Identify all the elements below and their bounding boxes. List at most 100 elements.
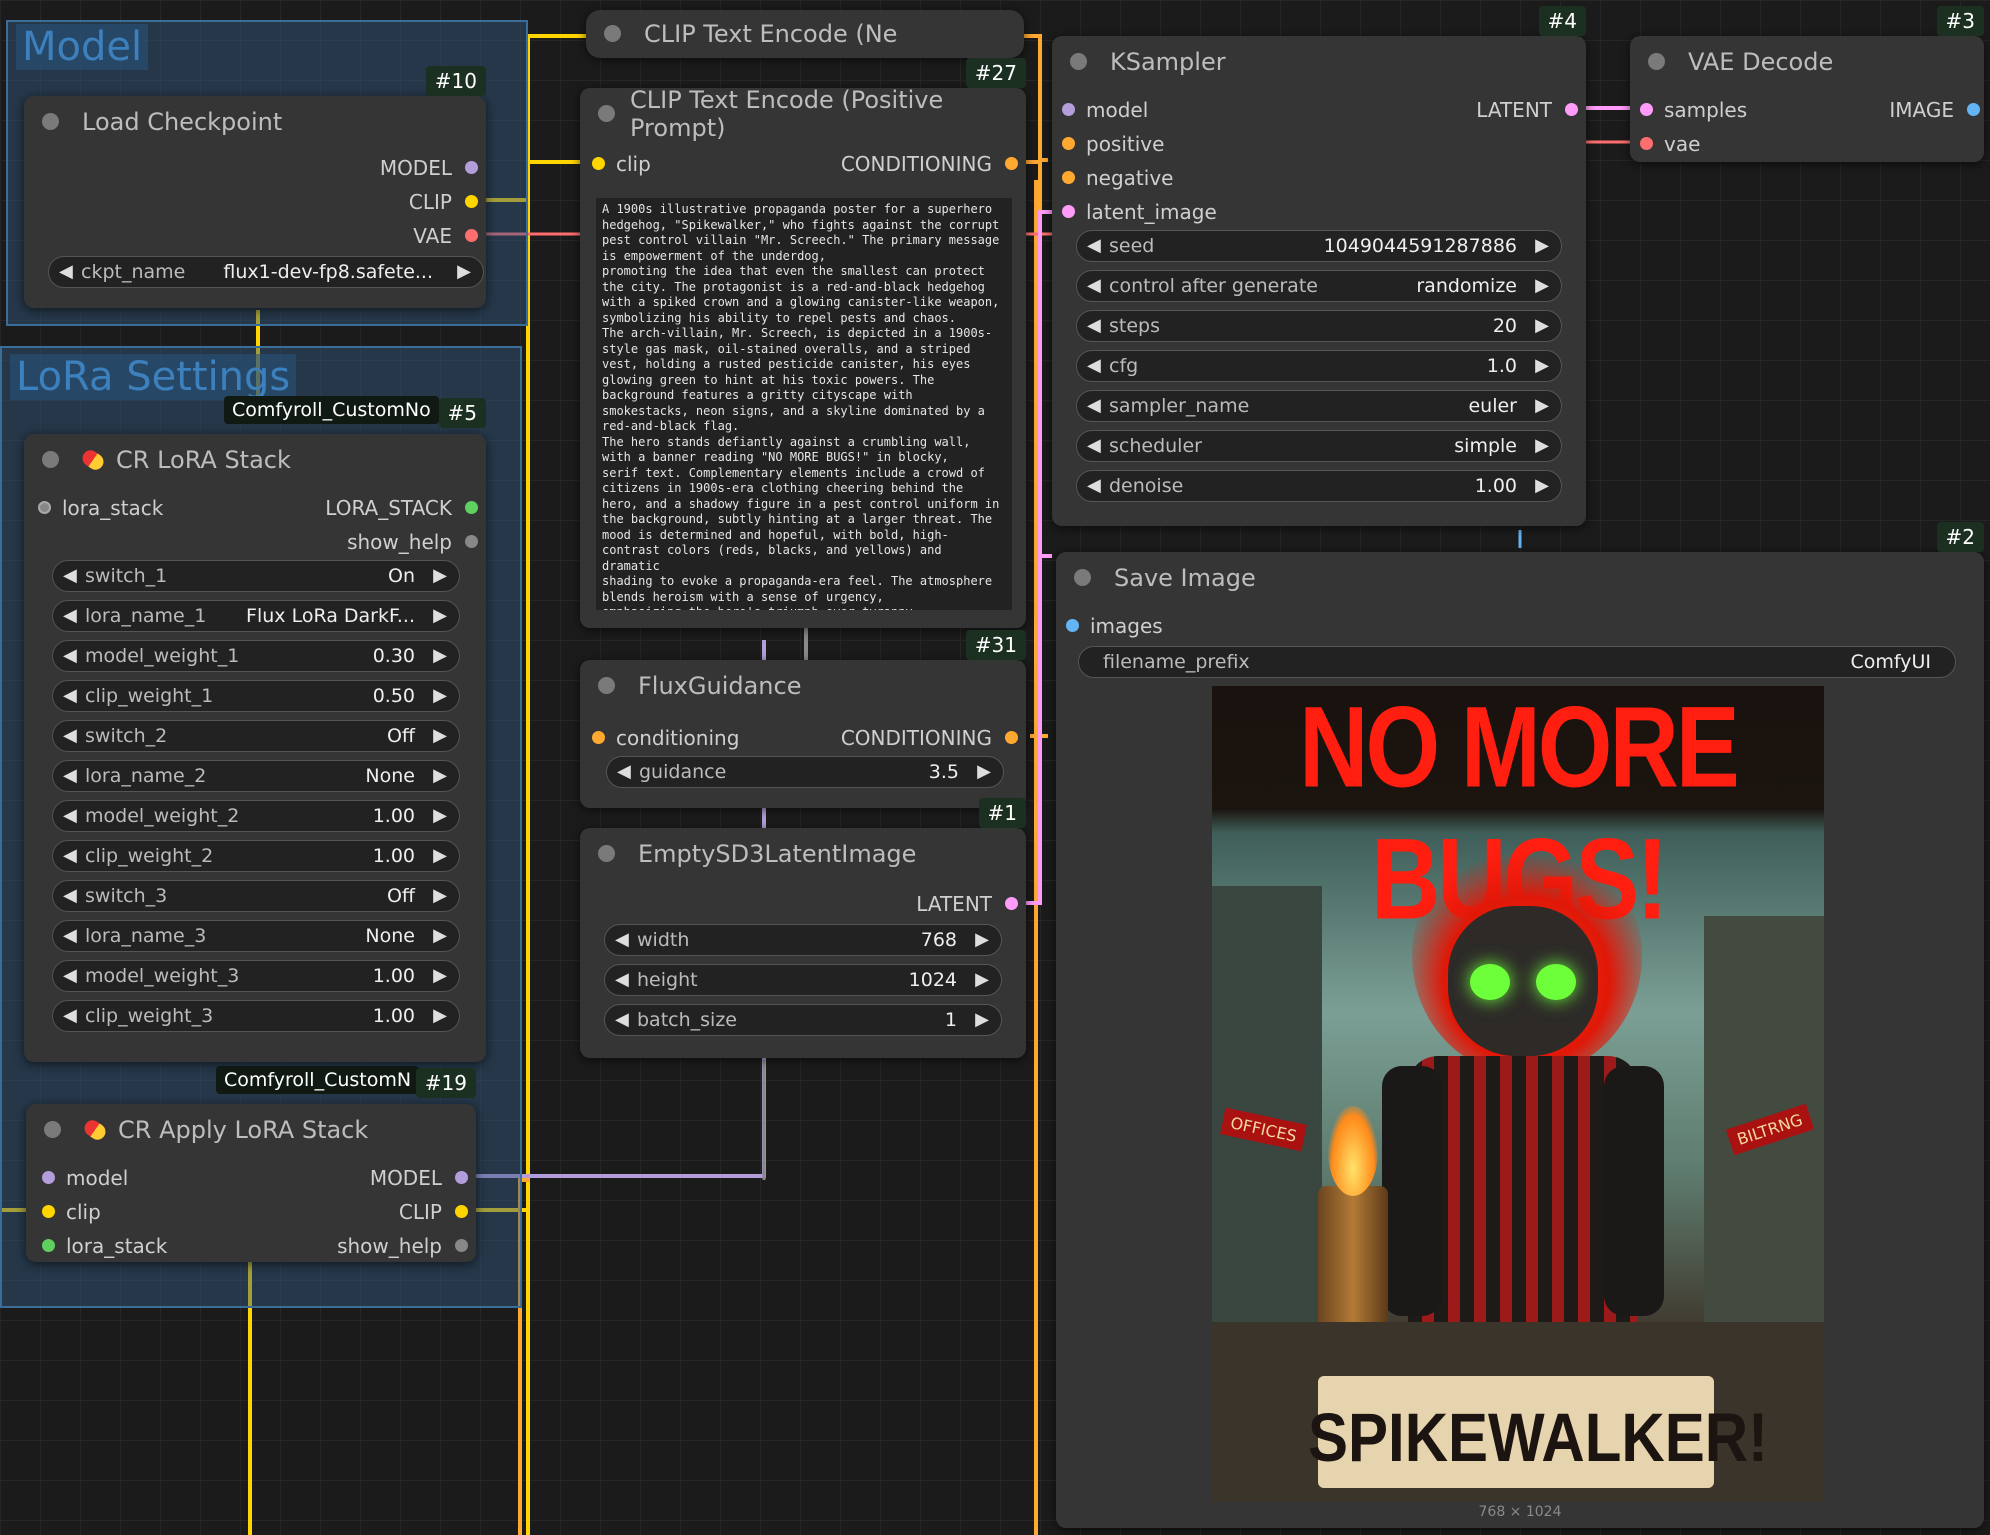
node-title[interactable]: CR LoRA Stack: [24, 434, 486, 486]
node-title[interactable]: CLIP Text Encode (Ne: [586, 10, 1024, 58]
left-arrow-icon[interactable]: ◀: [63, 965, 77, 986]
node-clip-text-encode-positive[interactable]: #27 CLIP Text Encode (Positive Prompt) c…: [580, 58, 1026, 628]
left-arrow-icon[interactable]: ◀: [63, 885, 77, 906]
node-title[interactable]: VAE Decode: [1630, 36, 1984, 88]
node-load-checkpoint[interactable]: #10 Load Checkpoint MODEL CLIP VAE ◀ ckp…: [24, 66, 486, 308]
left-arrow-icon[interactable]: ◀: [1087, 395, 1101, 416]
output-latent[interactable]: LATENT: [916, 892, 1018, 916]
clip-weight-1-widget[interactable]: ◀ clip_weight_1 0.50 ▶: [52, 680, 460, 712]
left-arrow-icon[interactable]: ◀: [1087, 355, 1101, 376]
node-vae-decode[interactable]: #3 VAE Decode samples vae IMAGE: [1630, 6, 1984, 162]
output-model[interactable]: MODEL: [370, 1166, 468, 1190]
right-arrow-icon[interactable]: ▶: [433, 725, 447, 746]
input-clip[interactable]: clip: [592, 152, 651, 176]
model-weight-2-widget[interactable]: ◀ model_weight_2 1.00 ▶: [52, 800, 460, 832]
input-images[interactable]: images: [1066, 614, 1163, 638]
output-show-help[interactable]: show_help: [337, 1234, 468, 1258]
output-vae[interactable]: VAE: [413, 224, 478, 248]
model-weight-3-widget[interactable]: ◀ model_weight_3 1.00 ▶: [52, 960, 460, 992]
right-arrow-icon[interactable]: ▶: [975, 1009, 989, 1030]
node-clip-text-encode-negative[interactable]: CLIP Text Encode (Ne: [586, 10, 1024, 58]
lora-name-2-combo[interactable]: ◀ lora_name_2 None ▶: [52, 760, 460, 792]
output-clip[interactable]: CLIP: [399, 1200, 468, 1224]
right-arrow-icon[interactable]: ▶: [1535, 275, 1549, 296]
left-arrow-icon[interactable]: ◀: [615, 969, 629, 990]
ckpt-name-combo[interactable]: ◀ ckpt_name flux1-dev-fp8.safete... ▶: [48, 256, 484, 288]
left-arrow-icon[interactable]: ◀: [1087, 315, 1101, 336]
right-arrow-icon[interactable]: ▶: [1535, 355, 1549, 376]
left-arrow-icon[interactable]: ◀: [63, 845, 77, 866]
node-title[interactable]: CLIP Text Encode (Positive Prompt): [580, 86, 1026, 142]
right-arrow-icon[interactable]: ▶: [433, 765, 447, 786]
right-arrow-icon[interactable]: ▶: [433, 925, 447, 946]
filename-prefix-input[interactable]: filename_prefix ComfyUI: [1078, 646, 1956, 678]
collapse-dot-icon[interactable]: [42, 451, 59, 468]
node-title[interactable]: FluxGuidance: [580, 660, 1026, 712]
input-model[interactable]: model: [42, 1166, 128, 1190]
collapse-dot-icon[interactable]: [42, 113, 59, 130]
input-clip[interactable]: clip: [42, 1200, 101, 1224]
left-arrow-icon[interactable]: ◀: [1087, 435, 1101, 456]
output-model[interactable]: MODEL: [380, 156, 478, 180]
denoise-widget[interactable]: ◀ denoise 1.00 ▶: [1076, 470, 1562, 502]
right-arrow-icon[interactable]: ▶: [457, 261, 471, 282]
node-title[interactable]: Save Image: [1056, 552, 1984, 604]
control-after-generate-combo[interactable]: ◀ control after generate randomize ▶: [1076, 270, 1562, 302]
node-save-image[interactable]: #2 Save Image images filename_prefix Com…: [1056, 522, 1984, 1528]
collapse-dot-icon[interactable]: [1070, 53, 1087, 70]
left-arrow-icon[interactable]: ◀: [63, 805, 77, 826]
collapse-dot-icon[interactable]: [604, 25, 621, 42]
sampler-name-combo[interactable]: ◀ sampler_name euler ▶: [1076, 390, 1562, 422]
left-arrow-icon[interactable]: ◀: [1087, 275, 1101, 296]
clip-weight-3-widget[interactable]: ◀ clip_weight_3 1.00 ▶: [52, 1000, 460, 1032]
width-number-widget[interactable]: ◀ width 768 ▶: [604, 924, 1002, 956]
left-arrow-icon[interactable]: ◀: [615, 929, 629, 950]
switch-1-combo[interactable]: ◀ switch_1 On ▶: [52, 560, 460, 592]
left-arrow-icon[interactable]: ◀: [63, 1005, 77, 1026]
right-arrow-icon[interactable]: ▶: [433, 885, 447, 906]
left-arrow-icon[interactable]: ◀: [63, 565, 77, 586]
right-arrow-icon[interactable]: ▶: [975, 969, 989, 990]
node-title[interactable]: KSampler: [1052, 36, 1586, 88]
right-arrow-icon[interactable]: ▶: [1535, 435, 1549, 456]
lora-name-3-combo[interactable]: ◀ lora_name_3 None ▶: [52, 920, 460, 952]
input-positive[interactable]: positive: [1062, 132, 1164, 156]
right-arrow-icon[interactable]: ▶: [1535, 395, 1549, 416]
guidance-number-widget[interactable]: ◀ guidance 3.5 ▶: [606, 756, 1004, 788]
left-arrow-icon[interactable]: ◀: [617, 761, 631, 782]
collapse-dot-icon[interactable]: [1648, 53, 1665, 70]
collapse-dot-icon[interactable]: [598, 105, 615, 122]
node-title[interactable]: CR Apply LoRA Stack: [26, 1104, 476, 1156]
switch-2-combo[interactable]: ◀ switch_2 Off ▶: [52, 720, 460, 752]
output-conditioning[interactable]: CONDITIONING: [841, 152, 1018, 176]
output-clip[interactable]: CLIP: [409, 190, 478, 214]
input-samples[interactable]: samples: [1640, 98, 1747, 122]
node-title[interactable]: EmptySD3LatentImage: [580, 828, 1026, 880]
scheduler-combo[interactable]: ◀ scheduler simple ▶: [1076, 430, 1562, 462]
right-arrow-icon[interactable]: ▶: [433, 565, 447, 586]
node-ksampler[interactable]: #4 KSampler model positive negative late…: [1052, 6, 1586, 526]
left-arrow-icon[interactable]: ◀: [63, 725, 77, 746]
collapse-dot-icon[interactable]: [598, 677, 615, 694]
output-show-help[interactable]: show_help: [347, 530, 478, 554]
collapse-dot-icon[interactable]: [44, 1121, 61, 1138]
input-model[interactable]: model: [1062, 98, 1148, 122]
left-arrow-icon[interactable]: ◀: [1087, 235, 1101, 256]
node-cr-apply-lora-stack[interactable]: Comfyroll_CustomN #19 CR Apply LoRA Stac…: [26, 1066, 476, 1262]
input-lora-stack[interactable]: lora_stack: [42, 1234, 167, 1258]
node-flux-guidance[interactable]: #31 FluxGuidance conditioning CONDITIONI…: [580, 630, 1026, 808]
right-arrow-icon[interactable]: ▶: [1535, 475, 1549, 496]
steps-widget[interactable]: ◀ steps 20 ▶: [1076, 310, 1562, 342]
cfg-widget[interactable]: ◀ cfg 1.0 ▶: [1076, 350, 1562, 382]
output-image[interactable]: IMAGE: [1889, 98, 1980, 122]
right-arrow-icon[interactable]: ▶: [975, 929, 989, 950]
left-arrow-icon[interactable]: ◀: [615, 1009, 629, 1030]
left-arrow-icon[interactable]: ◀: [63, 765, 77, 786]
lora-name-1-combo[interactable]: ◀ lora_name_1 Flux LoRa DarkF... ▶: [52, 600, 460, 632]
left-arrow-icon[interactable]: ◀: [63, 925, 77, 946]
right-arrow-icon[interactable]: ▶: [433, 685, 447, 706]
left-arrow-icon[interactable]: ◀: [59, 261, 73, 282]
output-conditioning[interactable]: CONDITIONING: [841, 726, 1018, 750]
right-arrow-icon[interactable]: ▶: [1535, 315, 1549, 336]
model-weight-1-widget[interactable]: ◀ model_weight_1 0.30 ▶: [52, 640, 460, 672]
